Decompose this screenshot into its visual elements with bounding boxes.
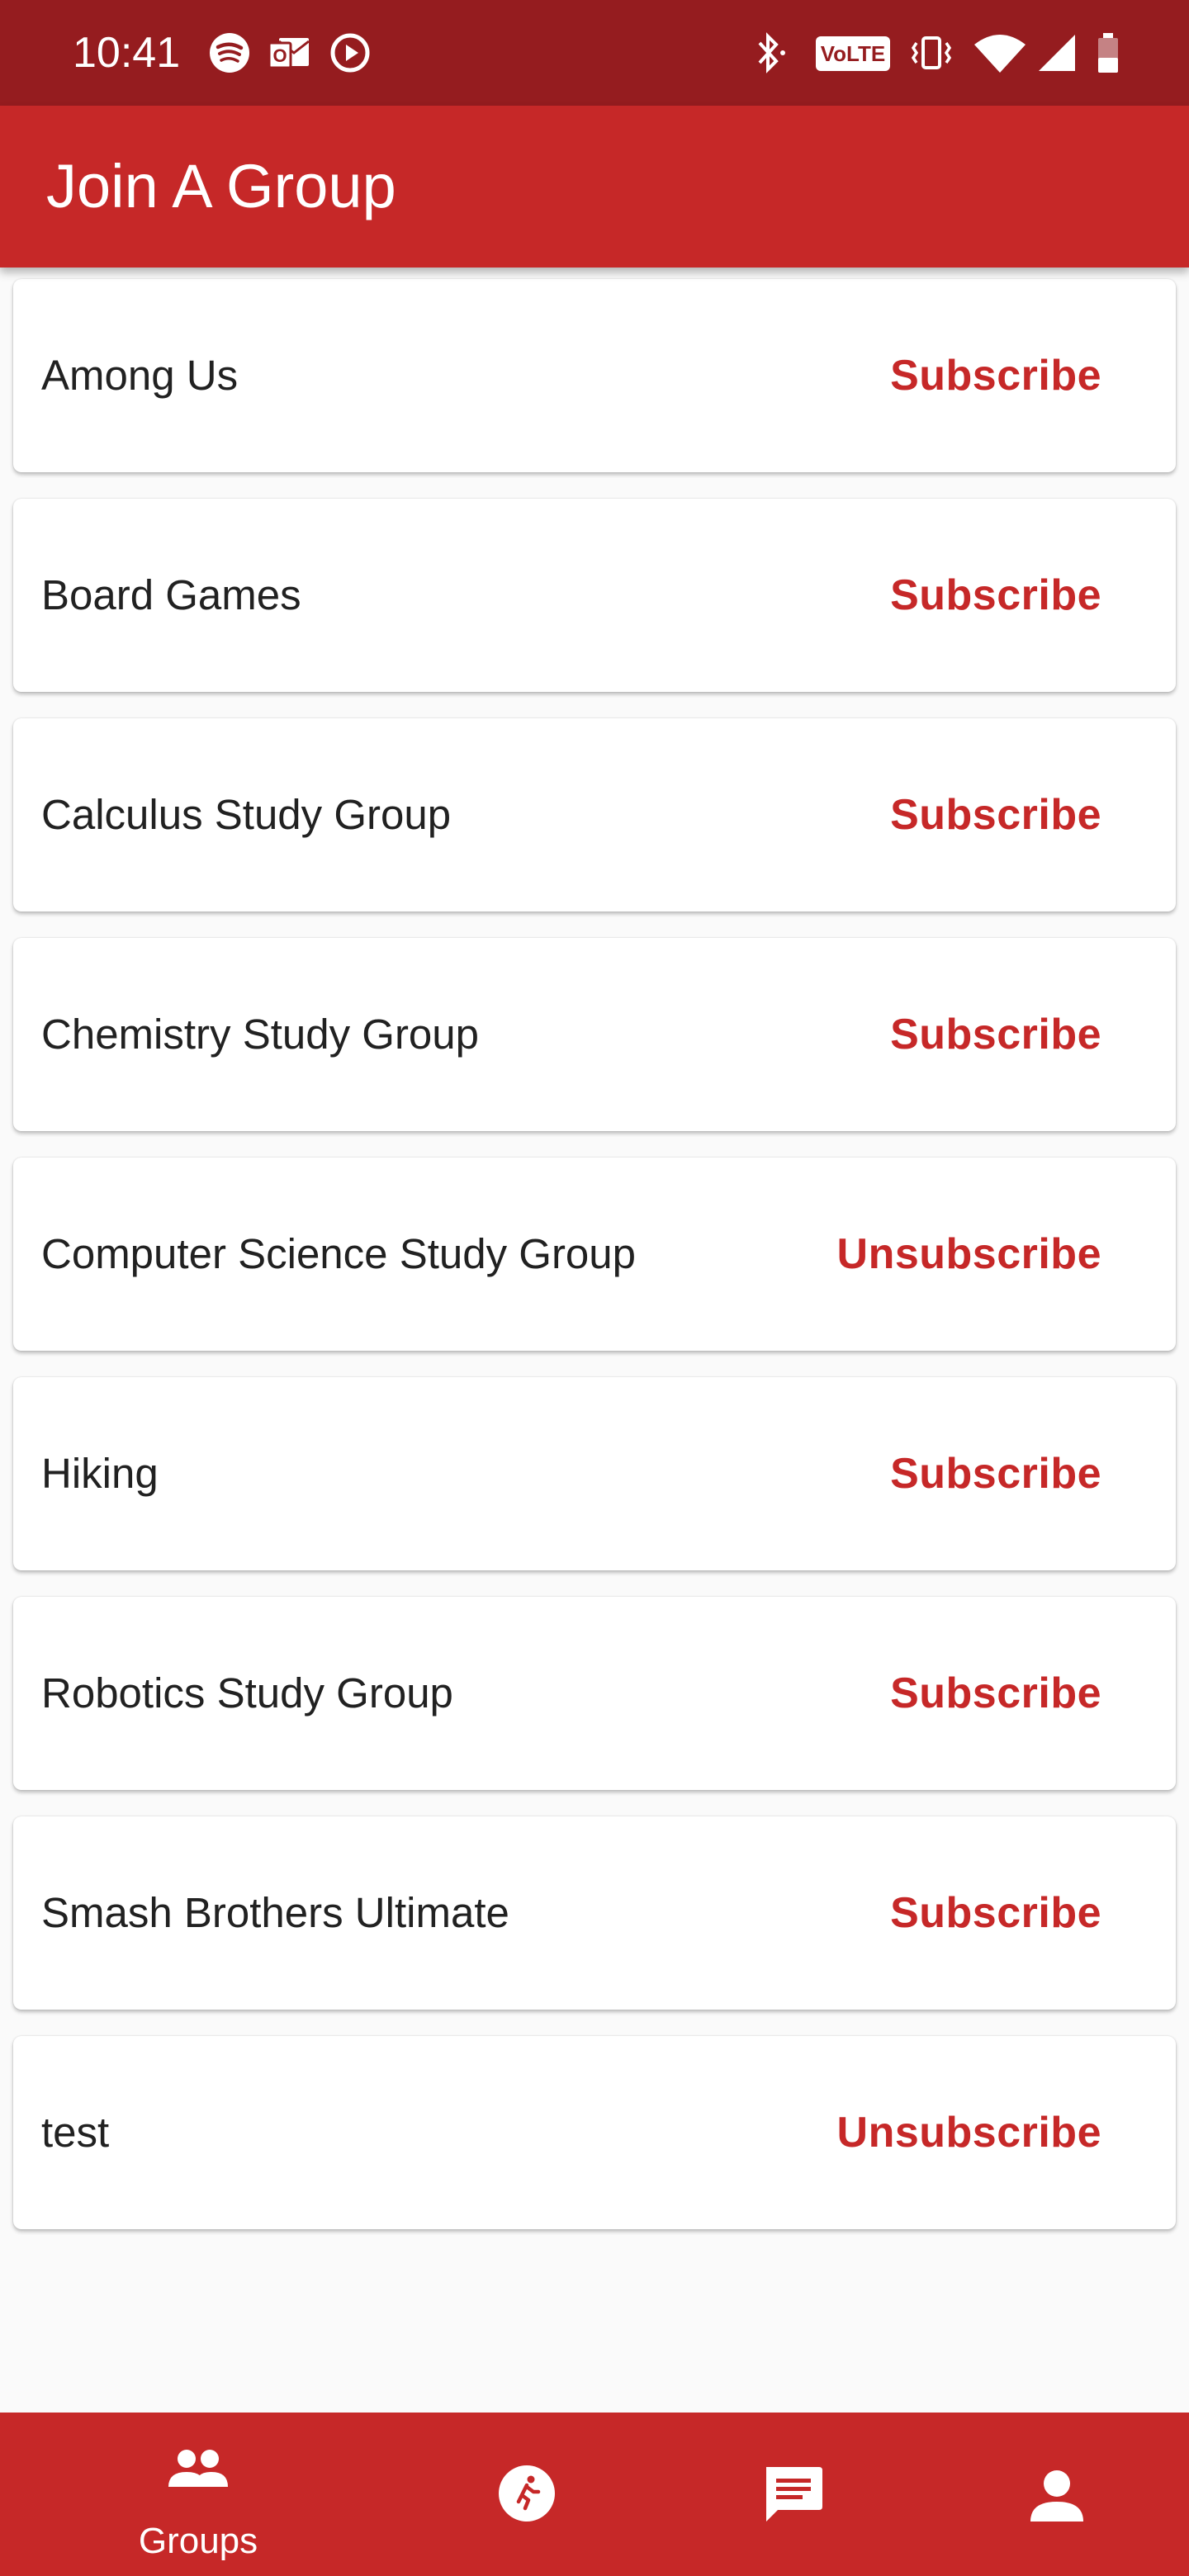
group-name: Calculus Study Group	[41, 791, 452, 838]
groups-icon	[168, 2450, 228, 2487]
bottom-nav: Groups	[0, 2413, 1189, 2576]
status-bar: 10:41 O VoLTE	[0, 0, 1189, 106]
battery-icon	[1098, 33, 1118, 73]
nav-item-groups[interactable]: Groups	[50, 2413, 347, 2576]
profile-icon	[1030, 2470, 1083, 2522]
app-bar: Join A Group	[0, 106, 1189, 268]
outlook-icon: O	[268, 38, 310, 69]
group-card-test: test Unsubscribe	[13, 2036, 1176, 2229]
group-name: Smash Brothers Ultimate	[41, 1889, 509, 1936]
group-name: Chemistry Study Group	[41, 1011, 480, 1058]
svg-text:O: O	[272, 45, 287, 66]
nav-label-groups: Groups	[138, 2521, 258, 2561]
group-card-calculus: Calculus Study Group Subscribe	[13, 718, 1176, 912]
group-name: Hiking	[41, 1450, 159, 1497]
unsubscribe-button[interactable]: Unsubscribe	[837, 2036, 1101, 2229]
group-name: Computer Science Study Group	[41, 1230, 637, 1277]
nav-item-activity[interactable]	[380, 2413, 677, 2576]
subscribe-button[interactable]: Subscribe	[890, 938, 1101, 1131]
vibrate-icon	[911, 36, 952, 69]
group-card-chemistry: Chemistry Study Group Subscribe	[13, 938, 1176, 1131]
subscribe-button[interactable]: Subscribe	[890, 1597, 1101, 1790]
group-name: Among Us	[41, 352, 239, 399]
bluetooth-icon	[758, 32, 785, 73]
group-card-hiking: Hiking Subscribe	[13, 1377, 1176, 1570]
status-time: 10:41	[73, 29, 181, 77]
wifi-icon	[974, 35, 1026, 73]
spotify-icon	[210, 33, 249, 73]
volte-icon: VoLTE	[816, 36, 890, 71]
group-card-among-us: Among Us Subscribe	[13, 279, 1176, 472]
group-card-computer-science: Computer Science Study Group Unsubscribe	[13, 1158, 1176, 1351]
page-title: Join A Group	[46, 152, 396, 220]
unsubscribe-button[interactable]: Unsubscribe	[837, 1158, 1101, 1351]
group-name: test	[41, 2109, 110, 2156]
nav-item-messages[interactable]	[644, 2413, 941, 2576]
subscribe-button[interactable]: Subscribe	[890, 1377, 1101, 1570]
subscribe-button[interactable]: Subscribe	[890, 718, 1101, 912]
nav-item-profile[interactable]	[908, 2413, 1189, 2576]
group-card-robotics: Robotics Study Group Subscribe	[13, 1597, 1176, 1790]
group-name: Board Games	[41, 571, 301, 618]
signal-icon	[1039, 35, 1075, 71]
subscribe-button[interactable]: Subscribe	[890, 279, 1101, 472]
activity-icon	[499, 2465, 555, 2522]
subscribe-button[interactable]: Subscribe	[890, 499, 1101, 692]
volte-label: VoLTE	[820, 41, 886, 66]
chat-icon	[766, 2467, 822, 2522]
group-card-smash-brothers: Smash Brothers Ultimate Subscribe	[13, 1816, 1176, 2010]
play-icon	[330, 33, 370, 73]
group-card-board-games: Board Games Subscribe	[13, 499, 1176, 692]
subscribe-button[interactable]: Subscribe	[890, 1816, 1101, 2010]
group-name: Robotics Study Group	[41, 1669, 453, 1717]
